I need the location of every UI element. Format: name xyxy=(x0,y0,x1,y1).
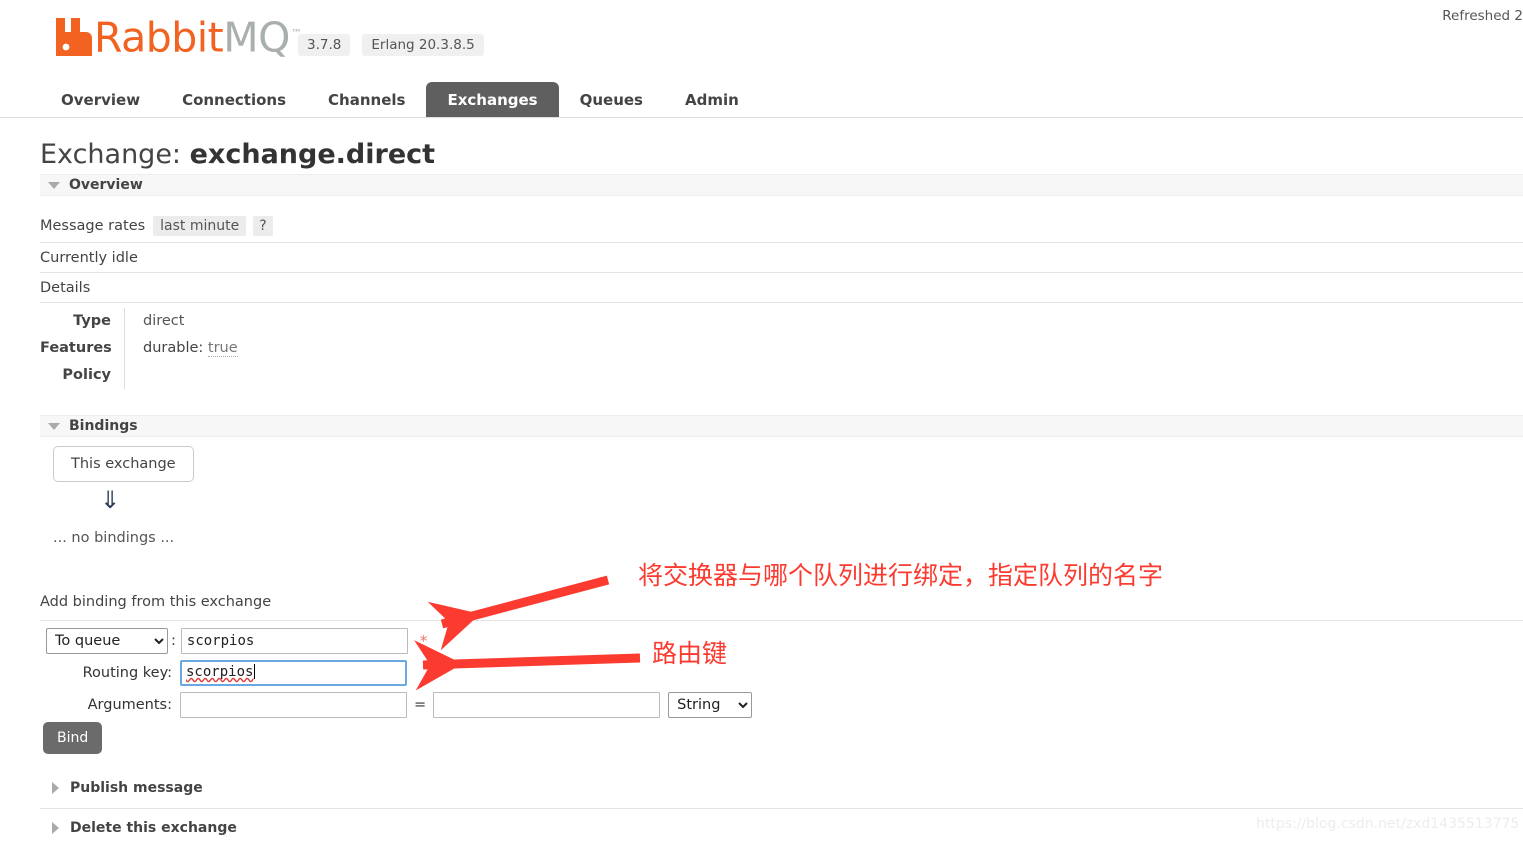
page-title-prefix: Exchange: xyxy=(40,139,182,170)
rabbitmq-management-page: RabbitMQ™ 3.7.8 Erlang 20.3.8.5 Refreshe… xyxy=(0,0,1523,843)
version-badges: 3.7.8 Erlang 20.3.8.5 xyxy=(298,34,484,56)
feature-durable-value: true xyxy=(207,340,238,357)
arguments-label: Arguments: xyxy=(87,697,172,713)
binding-destination-row: To queue To exchange : * xyxy=(46,628,752,654)
idle-status-text: Currently idle xyxy=(40,250,138,266)
routing-key-label: Routing key: xyxy=(82,665,172,681)
divider-above-delete xyxy=(40,808,1523,809)
argument-value-input[interactable] xyxy=(433,692,661,718)
message-rates-row: Message rates last minute ? xyxy=(40,216,273,236)
erlang-version-badge: Erlang 20.3.8.5 xyxy=(362,34,484,56)
annotation-queue-text: 将交换器与哪个队列进行绑定，指定队列的名字 xyxy=(638,561,1164,590)
divider-above-binding-form xyxy=(40,620,1523,621)
delete-exchange-section[interactable]: Delete this exchange xyxy=(52,820,237,836)
chevron-right-icon xyxy=(52,822,59,834)
divider-after-idle xyxy=(40,272,1523,273)
annotation-arrow-to-queue xyxy=(427,575,610,651)
this-exchange-node[interactable]: This exchange xyxy=(53,446,194,482)
nav-underline xyxy=(0,117,1523,118)
feature-durable-key: durable: xyxy=(143,340,204,356)
logo-text-mq: MQ xyxy=(223,13,290,62)
routing-key-input-wrap: scorpios xyxy=(180,660,407,686)
rabbitmq-version-badge: 3.7.8 xyxy=(298,34,351,56)
logo-text-rabbit: Rabbit xyxy=(94,13,224,62)
overview-section-header[interactable]: Overview xyxy=(40,174,1523,196)
details-value-type: direct xyxy=(143,313,185,329)
details-value-features: durable: true xyxy=(125,335,238,362)
nav-tab-list: Overview Connections Channels Exchanges … xyxy=(40,82,760,118)
tab-exchanges[interactable]: Exchanges xyxy=(426,82,559,118)
page-title-exchange-name: exchange.direct xyxy=(189,139,436,170)
add-binding-heading: Add binding from this exchange xyxy=(40,594,272,610)
tab-queues[interactable]: Queues xyxy=(559,82,664,118)
argument-key-input[interactable] xyxy=(180,692,407,718)
publish-message-label: Publish message xyxy=(70,780,203,796)
add-binding-form: To queue To exchange : * Routing key: sc… xyxy=(46,628,753,724)
details-label: Details xyxy=(40,280,91,296)
exchange-details-table: Type direct Features durable: true Polic… xyxy=(40,308,238,389)
rabbitmq-logo[interactable]: RabbitMQ™ xyxy=(52,14,302,58)
publish-message-section[interactable]: Publish message xyxy=(52,780,203,796)
binding-destination-select[interactable]: To queue To exchange xyxy=(46,628,168,654)
divider-after-message-rates xyxy=(40,242,1523,243)
delete-exchange-label: Delete this exchange xyxy=(70,820,237,836)
message-rates-period-button[interactable]: last minute xyxy=(153,216,247,236)
bindings-section-header[interactable]: Bindings xyxy=(40,415,1523,437)
details-row-policy: Policy xyxy=(40,362,238,389)
details-row-features: Features durable: true xyxy=(40,335,238,362)
double-down-arrow-icon: ⇓ xyxy=(100,486,121,514)
annotation-routing-key-text: 路由键 xyxy=(652,639,728,668)
required-marker: * xyxy=(419,632,428,650)
watermark-text: https://blog.csdn.net/zxd1435513775 xyxy=(1256,816,1520,832)
arguments-row: Arguments: = String Number Boolean List xyxy=(46,692,753,718)
rabbit-logo-icon xyxy=(52,16,92,58)
tab-admin[interactable]: Admin xyxy=(664,82,760,118)
bind-button[interactable]: Bind xyxy=(43,722,103,754)
details-key-policy: Policy xyxy=(40,362,125,389)
bindings-section-label: Bindings xyxy=(69,418,138,434)
details-key-features: Features xyxy=(40,335,125,362)
page-title: Exchange: exchange.direct xyxy=(40,138,435,172)
routing-key-row: Routing key: scorpios xyxy=(46,660,752,686)
help-icon[interactable]: ? xyxy=(253,216,273,236)
tab-channels[interactable]: Channels xyxy=(307,82,426,118)
chevron-down-icon xyxy=(48,181,60,189)
details-key-type: Type xyxy=(40,308,125,335)
main-navigation: Overview Connections Channels Exchanges … xyxy=(0,82,1523,118)
app-header: RabbitMQ™ 3.7.8 Erlang 20.3.8.5 Refreshe… xyxy=(0,0,1523,78)
divider-after-details xyxy=(40,302,1523,303)
routing-key-input[interactable] xyxy=(180,660,407,686)
overview-section-label: Overview xyxy=(69,177,143,193)
chevron-right-icon xyxy=(52,782,59,794)
chevron-down-icon xyxy=(48,422,60,430)
details-row-type: Type direct xyxy=(40,308,238,335)
tab-overview[interactable]: Overview xyxy=(40,82,161,118)
refreshed-status: Refreshed 2 xyxy=(1442,8,1523,24)
binding-destination-input[interactable] xyxy=(180,628,408,654)
destination-colon: : xyxy=(171,633,176,649)
message-rates-label: Message rates xyxy=(40,218,146,234)
equals-sign: = xyxy=(414,697,427,713)
argument-type-select[interactable]: String Number Boolean List xyxy=(668,692,753,718)
no-bindings-text: ... no bindings ... xyxy=(53,530,175,546)
tab-connections[interactable]: Connections xyxy=(161,82,307,118)
